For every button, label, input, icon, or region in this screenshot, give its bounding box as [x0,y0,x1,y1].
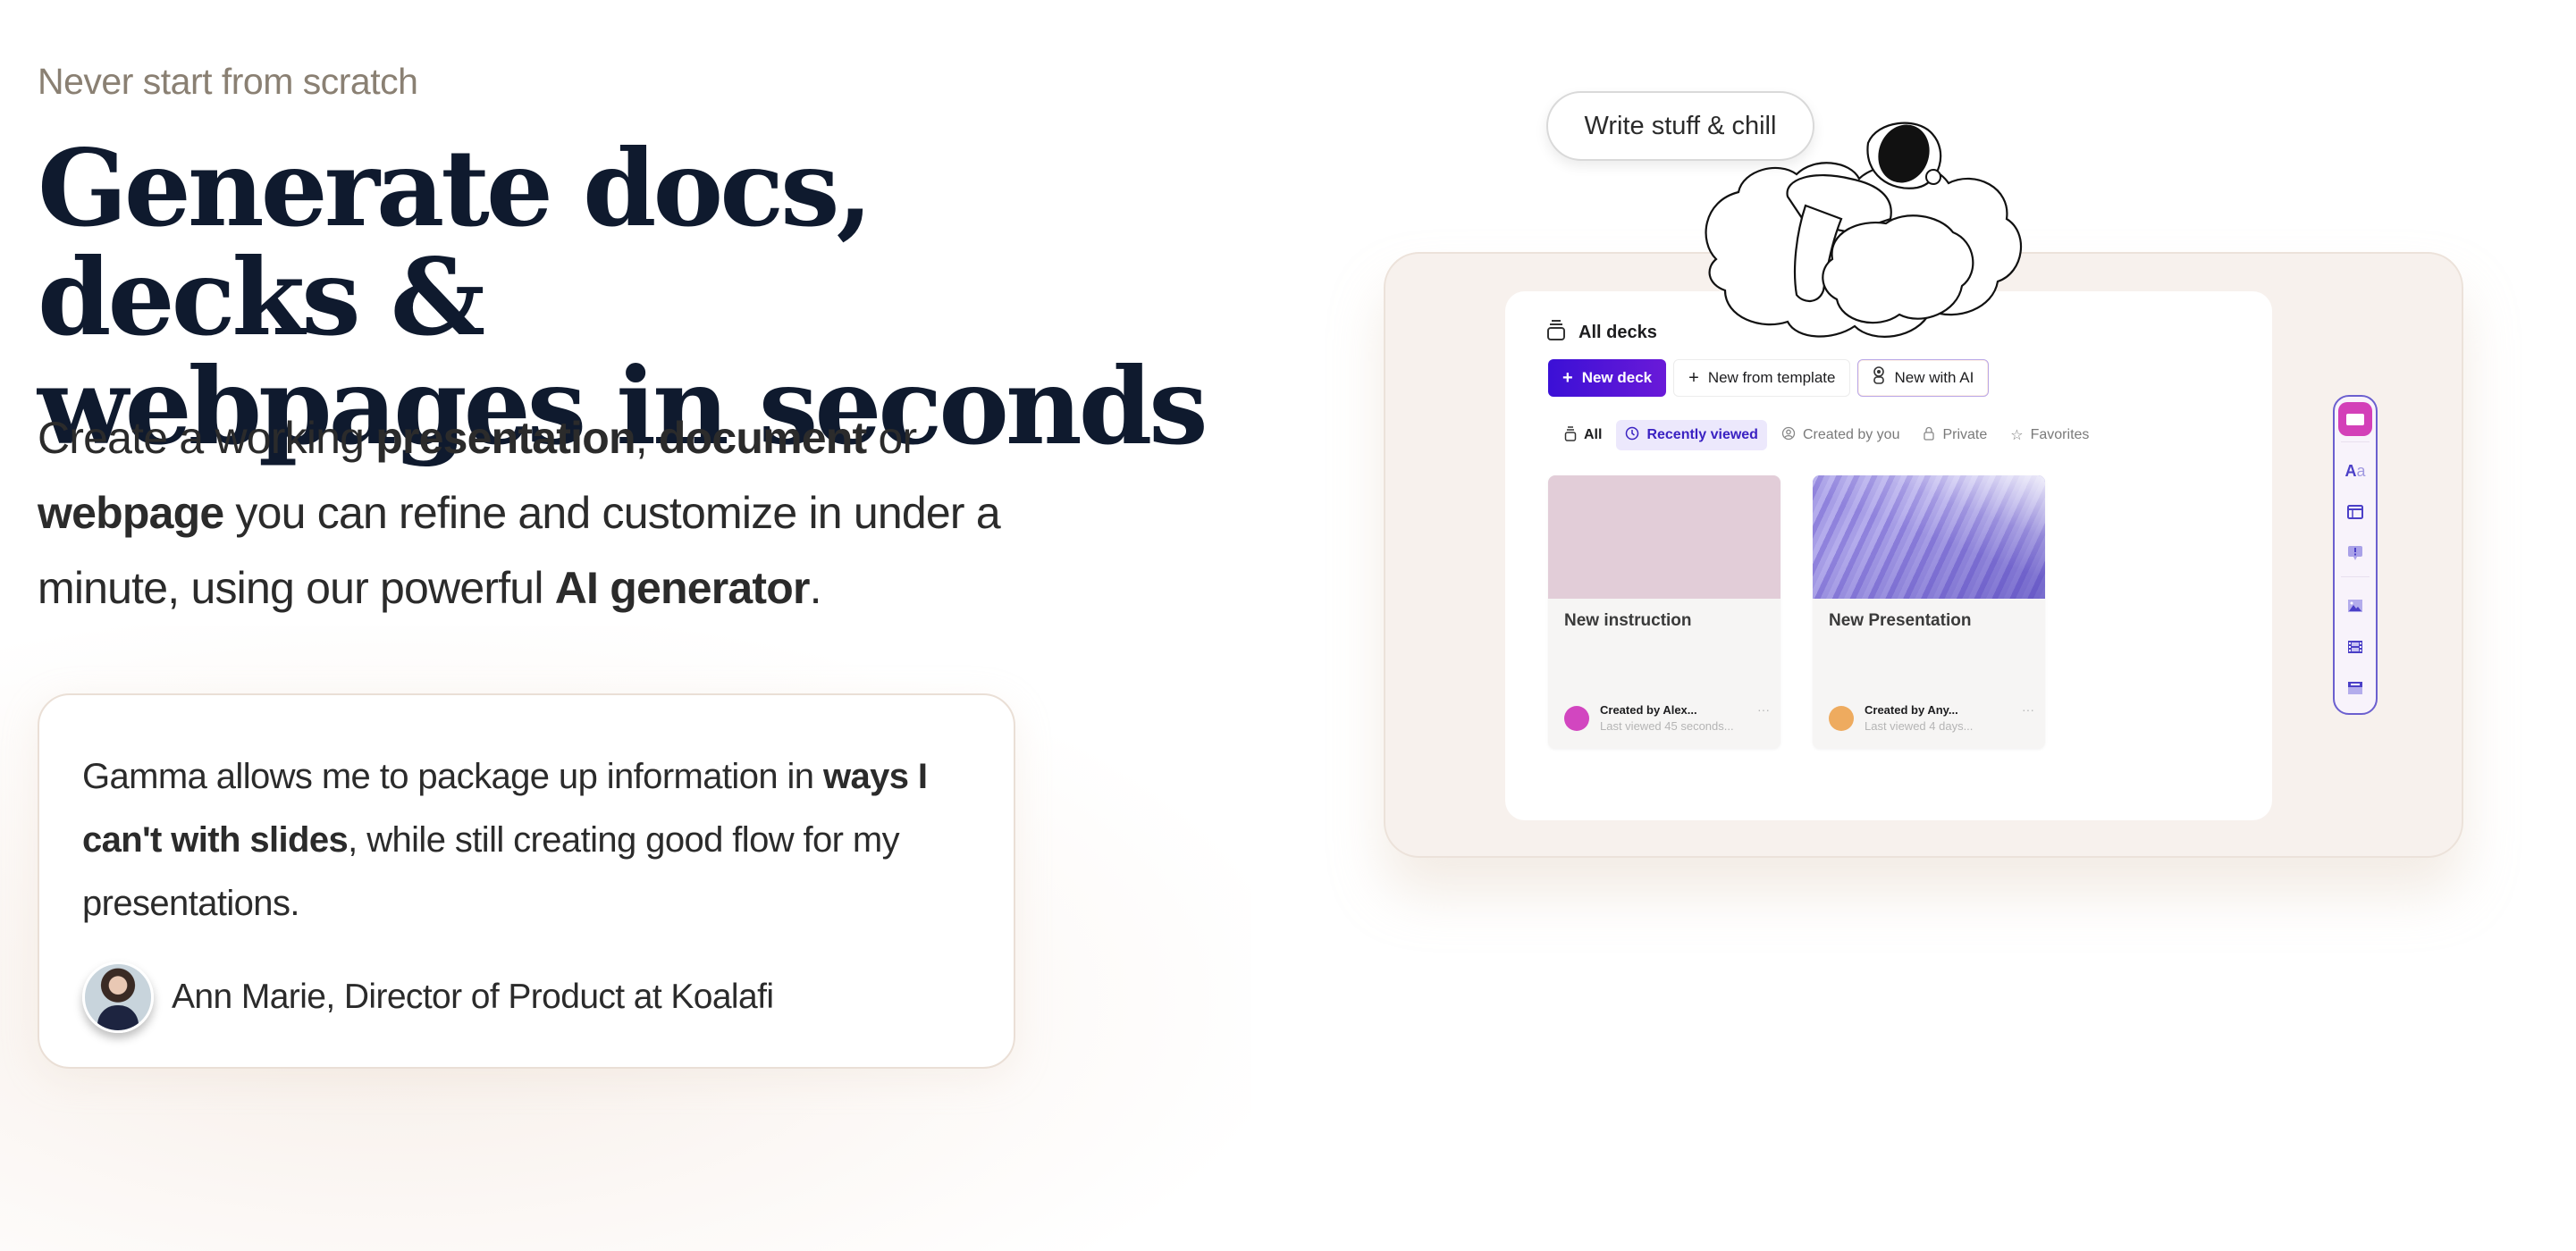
lead-segment: presentation [375,413,636,463]
quote-segment: Gamma allows me to package up informatio… [82,757,823,796]
testimonial-card: Gamma allows me to package up informatio… [38,693,1015,1069]
tagline-chip: Write stuff & chill [1546,91,1814,161]
tab-created-by-you-label: Created by you [1802,427,1900,442]
creator-avatar [1564,706,1589,731]
lead-segment: , [635,413,659,463]
toolbar-divider [2341,576,2370,577]
tab-all-label: All [1584,427,1603,442]
lead-segment: or [866,413,917,463]
created-by: Created by Any... [1865,703,1958,717]
lead-segment: . [809,563,822,613]
more-options-icon[interactable]: ··· [2022,702,2034,717]
tab-recently-viewed[interactable]: Recently viewed [1616,420,1767,450]
clock-icon [1625,426,1639,445]
layout-icon[interactable] [2340,494,2370,530]
deck-card[interactable]: New instruction Created by Alex... Last v… [1548,475,1780,749]
deck-meta: Created by Alex... Last viewed 45 seconds… [1564,702,1770,735]
user-circle-icon [1781,426,1796,445]
lead-segment: Create a working [38,413,376,463]
text-style-icon[interactable]: Aa [2340,453,2370,489]
image-icon[interactable] [2340,588,2370,624]
lead-segment: webpage [38,488,224,538]
creator-avatar [1829,706,1854,731]
purple-mountain-image [1813,475,2045,599]
new-deck-button[interactable]: + New deck [1548,359,1667,397]
created-by: Created by Alex... [1600,703,1697,717]
testimonial-quote: Gamma allows me to package up informatio… [82,745,994,936]
filter-tabs: All Recently viewed Created by you Priva… [1555,420,2098,450]
tab-all[interactable]: All [1555,420,1611,450]
new-from-template-button[interactable]: + New from template [1673,359,1851,397]
new-from-template-label: New from template [1707,369,1836,386]
tab-private[interactable]: Private [1914,420,1996,450]
insert-toolbar: Aa [2333,395,2378,715]
new-deck-label: New deck [1581,369,1653,386]
tab-created-by-you[interactable]: Created by you [1772,420,1909,450]
more-options-icon[interactable]: ··· [1757,702,1770,717]
plus-icon: + [1562,367,1573,388]
tab-favorites[interactable]: ☆ Favorites [2001,420,2098,450]
card-icon[interactable] [2338,402,2372,436]
embed-icon[interactable] [2340,670,2370,706]
tab-recently-viewed-label: Recently viewed [1646,427,1758,442]
decks-title-text: All decks [1578,322,1657,342]
deck-title: New Presentation [1829,611,1972,630]
tab-private-label: Private [1942,427,1988,442]
new-with-ai-button[interactable]: New with AI [1857,359,1990,397]
star-icon: ☆ [2010,428,2024,443]
lead-paragraph: Create a working presentation, document … [38,400,1110,626]
robot-icon [1873,366,1885,390]
lead-segment: document [658,413,867,463]
lock-icon [1923,426,1935,445]
lead-segment: AI generator [554,563,811,613]
new-with-ai-label: New with AI [1894,369,1974,386]
avatar [82,961,154,1033]
deck-meta: Created by Any... Last viewed 4 days... ·… [1829,702,2034,735]
callout-icon[interactable] [2340,535,2370,571]
eyebrow-text: Never start from scratch [38,61,418,102]
decks-panel: All decks + New deck + New from template N… [1505,291,2272,820]
deck-actions: + New deck + New from template New with AI [1548,359,1990,397]
deck-thumbnail [1548,475,1780,599]
last-viewed: Last viewed 4 days... [1865,719,1974,733]
testimonial-author: Ann Marie, Director of Product at Koalaf… [82,961,774,1033]
video-icon[interactable] [2340,629,2370,665]
stack-icon [1564,425,1577,446]
deck-title: New instruction [1564,611,1692,630]
headline-line-1: Generate docs, decks & [38,126,873,359]
stack-icon [1546,318,1566,347]
deck-card[interactable]: New Presentation Created by Any... Last v… [1813,475,2045,749]
last-viewed: Last viewed 45 seconds... [1600,719,1734,733]
decks-title: All decks [1546,318,1657,347]
author-name: Ann Marie, Director of Product at Koalaf… [172,978,774,1016]
toolbar-divider [2341,441,2370,442]
plus-icon: + [1688,367,1699,388]
tab-favorites-label: Favorites [2030,427,2090,442]
